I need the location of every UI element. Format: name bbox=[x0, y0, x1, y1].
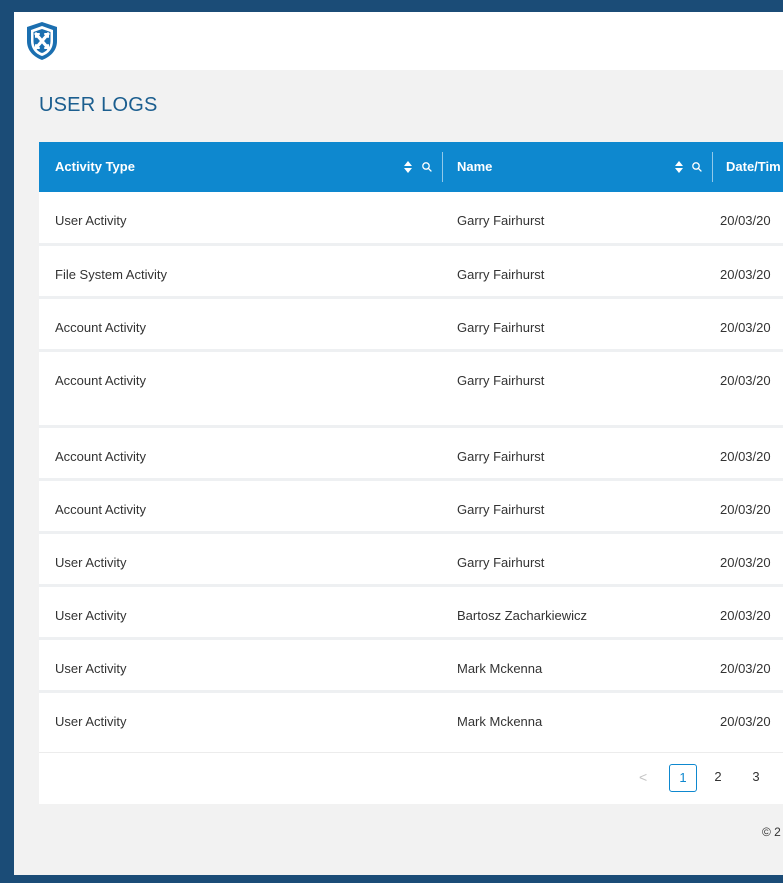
column-separator[interactable] bbox=[712, 152, 713, 182]
cell-date-time: 20/03/20 bbox=[720, 373, 771, 388]
cell-name: Bartosz Zacharkiewicz bbox=[457, 608, 588, 623]
sort-icon[interactable] bbox=[401, 159, 415, 175]
cell-date-time: 20/03/20 bbox=[720, 213, 771, 228]
cell-name: Garry Fairhurst bbox=[457, 449, 545, 464]
column-separator[interactable] bbox=[442, 152, 443, 182]
table-row[interactable]: User Activity Garry Fairhurst 20/03/20 bbox=[39, 192, 783, 242]
cell-date-time: 20/03/20 bbox=[720, 320, 771, 335]
search-icon[interactable] bbox=[690, 159, 704, 175]
top-bar bbox=[14, 12, 783, 70]
table-row[interactable]: User Activity Mark Mckenna 20/03/20 bbox=[39, 640, 783, 690]
cell-name: Garry Fairhurst bbox=[457, 373, 545, 388]
chevron-left-icon[interactable]: < bbox=[639, 769, 651, 785]
column-header-label: Date/Tim bbox=[726, 159, 781, 174]
column-header-label: Name bbox=[457, 159, 493, 174]
user-logs-table-card: Activity Type Name Date/Tim User Activit… bbox=[39, 142, 783, 804]
sort-icon[interactable] bbox=[672, 159, 686, 175]
cell-date-time: 20/03/20 bbox=[720, 608, 771, 623]
cell-activity-type: Account Activity bbox=[55, 320, 147, 335]
cell-activity-type: User Activity bbox=[55, 555, 127, 570]
table-row[interactable]: User Activity Mark Mckenna 20/03/20 bbox=[39, 693, 783, 743]
table-header: Activity Type Name Date/Tim bbox=[39, 142, 783, 192]
table-row[interactable]: Account Activity Garry Fairhurst 20/03/2… bbox=[39, 352, 783, 426]
table-row[interactable]: Account Activity Garry Fairhurst 20/03/2… bbox=[39, 481, 783, 531]
table-row[interactable]: File System Activity Garry Fairhurst 20/… bbox=[39, 246, 783, 296]
cell-name: Garry Fairhurst bbox=[457, 502, 545, 517]
cell-name: Garry Fairhurst bbox=[457, 555, 545, 570]
cell-date-time: 20/03/20 bbox=[720, 449, 771, 464]
page-button-2[interactable]: 2 bbox=[704, 764, 732, 792]
cell-activity-type: Account Activity bbox=[55, 373, 147, 388]
cell-date-time: 20/03/20 bbox=[720, 714, 771, 729]
app-frame: USER LOGS Activity Type Name Date/Tim Us… bbox=[14, 12, 783, 875]
table-row[interactable]: Account Activity Garry Fairhurst 20/03/2… bbox=[39, 428, 783, 478]
cell-activity-type: Account Activity bbox=[55, 502, 147, 517]
cell-date-time: 20/03/20 bbox=[720, 661, 771, 676]
table-row[interactable]: User Activity Bartosz Zacharkiewicz 20/0… bbox=[39, 587, 783, 637]
table-row[interactable]: Account Activity Garry Fairhurst 20/03/2… bbox=[39, 299, 783, 349]
cell-activity-type: User Activity bbox=[55, 608, 127, 623]
table-row[interactable]: User Activity Garry Fairhurst 20/03/20 bbox=[39, 534, 783, 584]
cell-name: Garry Fairhurst bbox=[457, 213, 545, 228]
cell-activity-type: User Activity bbox=[55, 661, 127, 676]
cell-activity-type: File System Activity bbox=[55, 267, 167, 282]
cell-date-time: 20/03/20 bbox=[720, 267, 771, 282]
page-button-1[interactable]: 1 bbox=[669, 764, 697, 792]
column-header-name[interactable]: Name bbox=[457, 142, 492, 192]
search-icon[interactable] bbox=[420, 159, 434, 175]
cell-name: Mark Mckenna bbox=[457, 714, 543, 729]
column-header-label: Activity Type bbox=[55, 159, 135, 174]
cell-activity-type: User Activity bbox=[55, 714, 127, 729]
footer-copyright: © 2 bbox=[762, 825, 781, 839]
page-title: USER LOGS bbox=[39, 94, 158, 116]
shield-x-logo-icon[interactable] bbox=[25, 21, 59, 61]
cell-name: Garry Fairhurst bbox=[457, 320, 545, 335]
cell-name: Garry Fairhurst bbox=[457, 267, 545, 282]
column-header-date-time[interactable]: Date/Tim bbox=[726, 142, 781, 192]
page-button-3[interactable]: 3 bbox=[742, 764, 770, 792]
cell-date-time: 20/03/20 bbox=[720, 555, 771, 570]
cell-activity-type: Account Activity bbox=[55, 449, 147, 464]
column-header-activity-type[interactable]: Activity Type bbox=[55, 142, 135, 192]
cell-activity-type: User Activity bbox=[55, 213, 127, 228]
pagination: < 1 2 3 bbox=[39, 752, 783, 804]
cell-name: Mark Mckenna bbox=[457, 661, 543, 676]
cell-date-time: 20/03/20 bbox=[720, 502, 771, 517]
